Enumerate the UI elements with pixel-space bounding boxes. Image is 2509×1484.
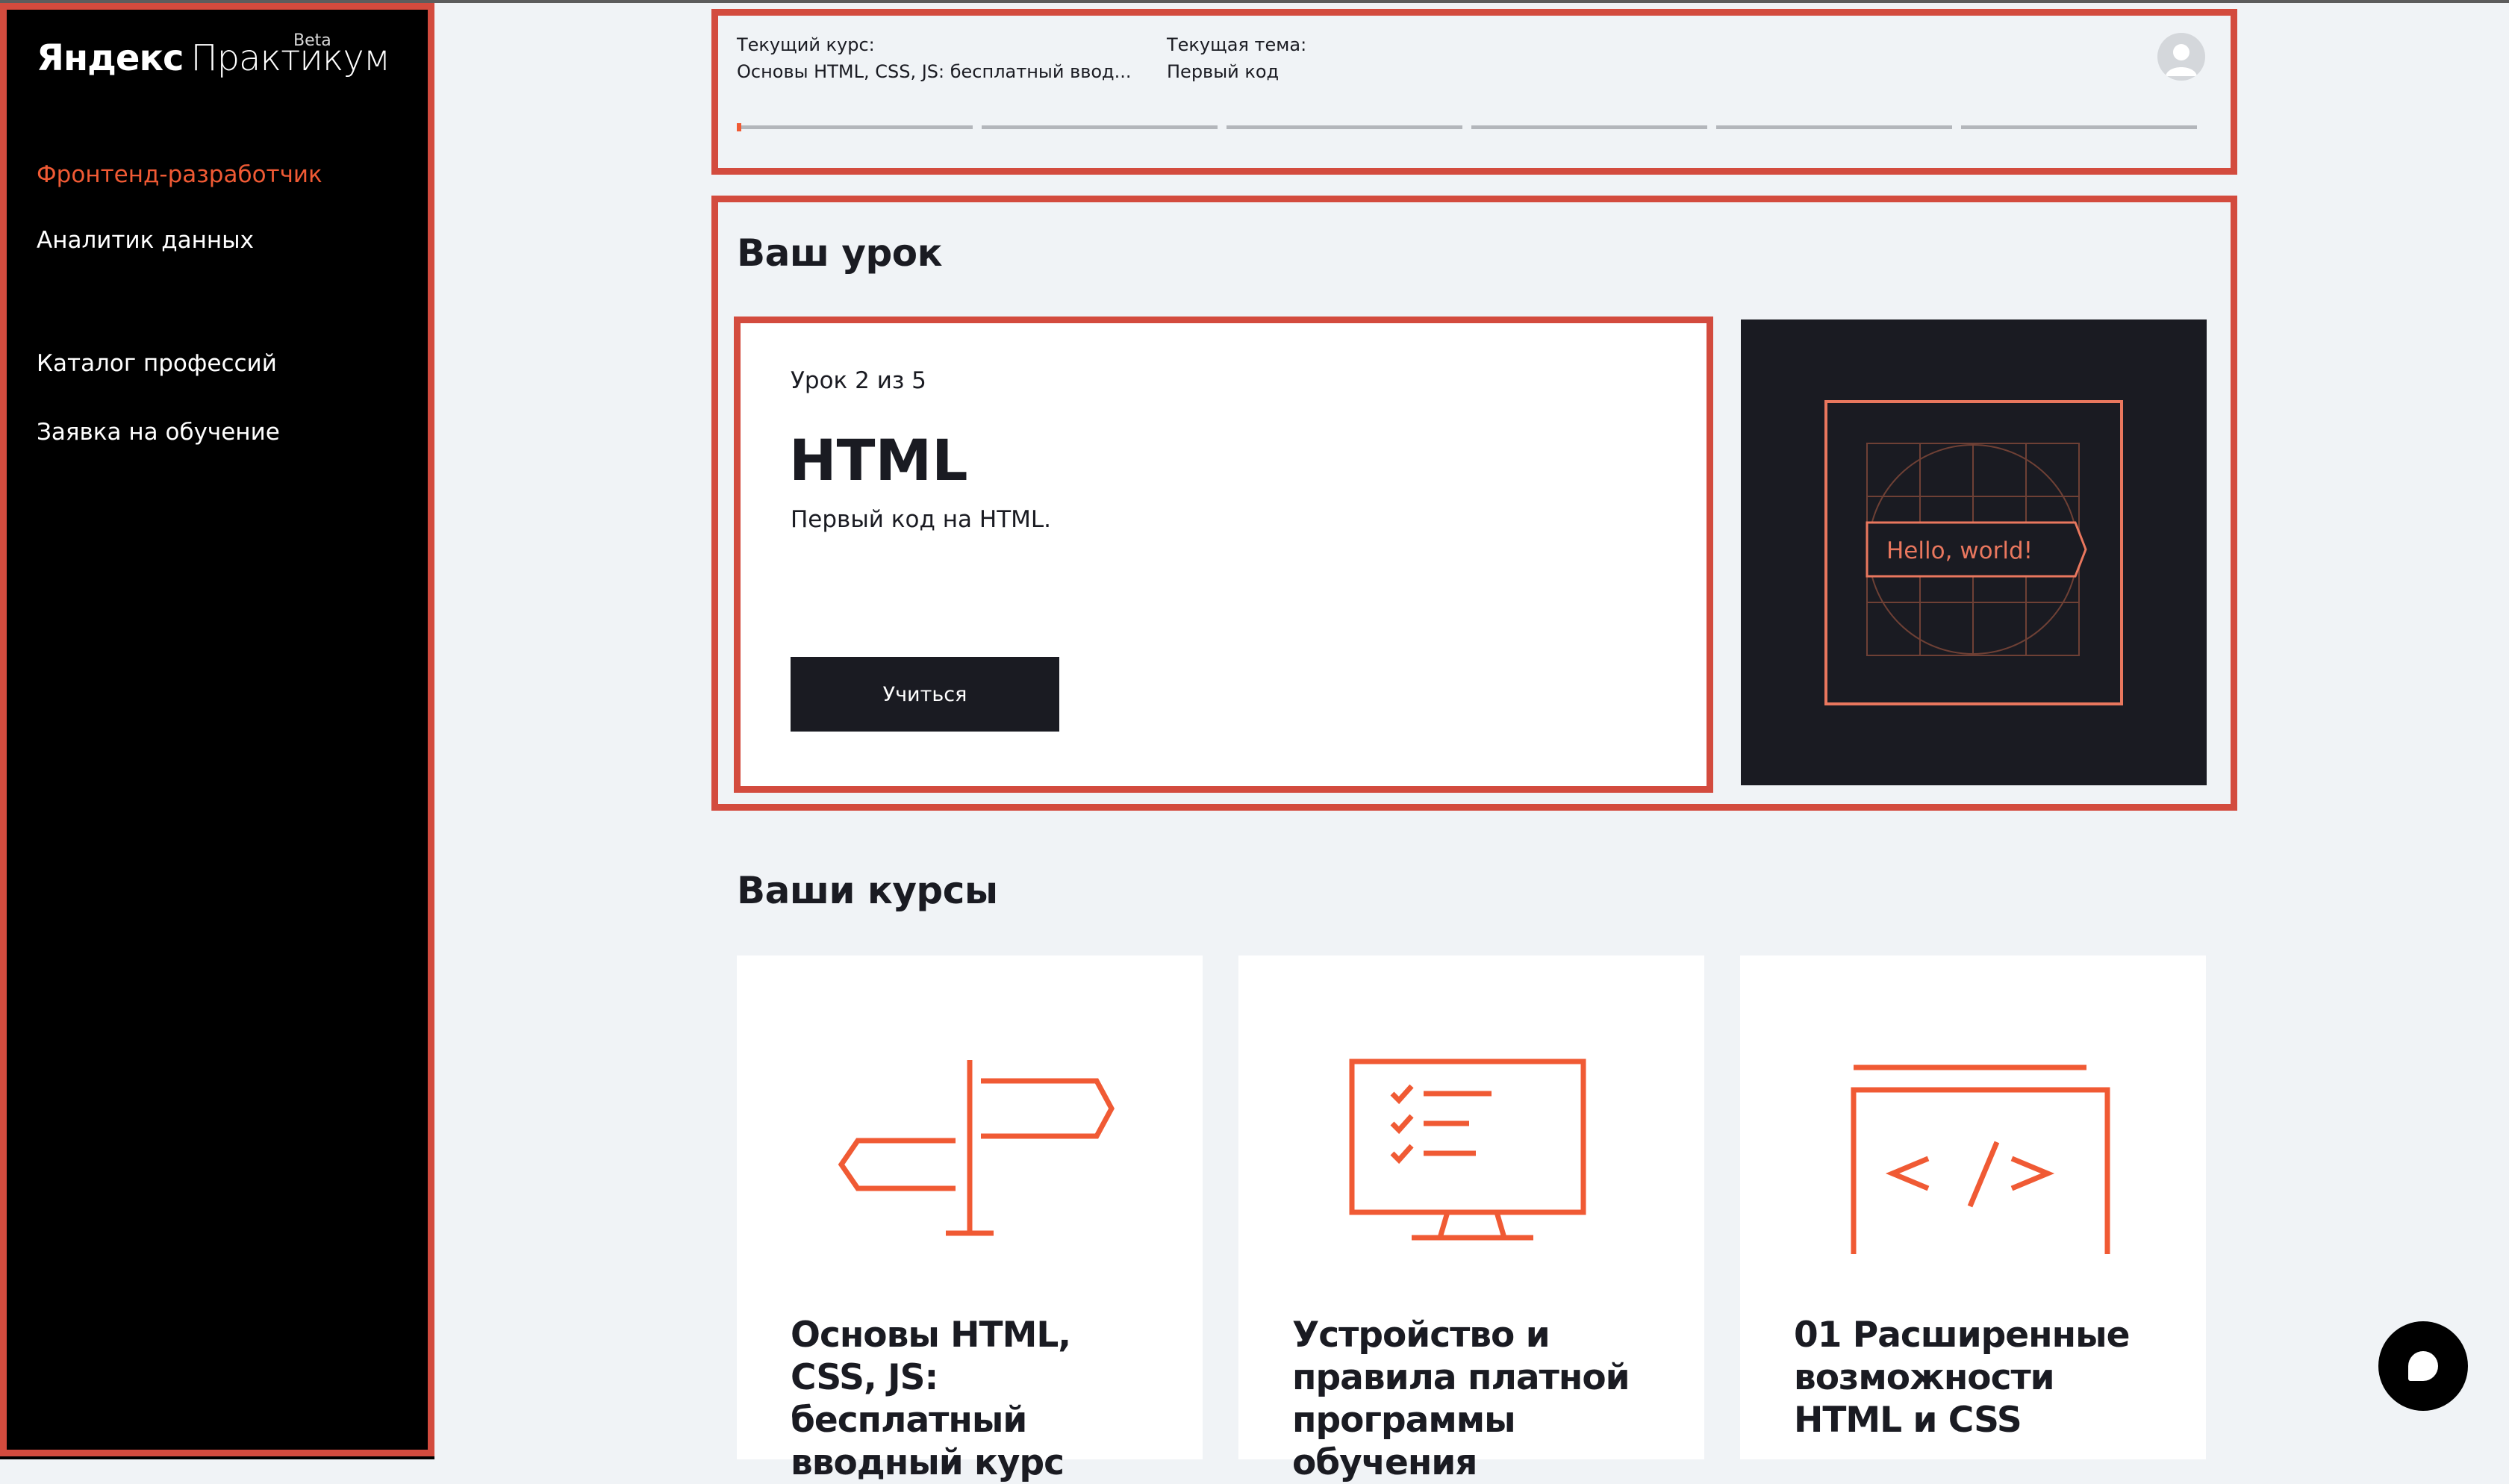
course-card[interactable]: Устройство и правила платной программы о… [1238,955,1704,1483]
chat-button[interactable] [2378,1321,2468,1411]
code-window-icon [1851,1064,2110,1254]
course-title: Основы HTML, CSS, JS: бесплатный вводный… [791,1315,1071,1483]
signpost-icon [838,1060,1115,1236]
course-title: Устройство и правила платной программы о… [1292,1315,1630,1483]
lesson-section-highlight [711,196,2237,811]
sidebar-highlight [0,3,434,1456]
course-card[interactable]: 01 Расширенные возможности HTML и CSS [1740,955,2206,1459]
monitor-checklist-icon [1349,1059,1586,1241]
header-highlight [711,9,2237,175]
chat-bubble-icon [2408,1351,2438,1381]
course-card[interactable]: Основы HTML, CSS, JS: бесплатный вводный… [737,955,1203,1483]
courses-section-title: Ваши курсы [737,869,998,912]
course-title: 01 Расширенные возможности HTML и CSS [1794,1315,2130,1441]
